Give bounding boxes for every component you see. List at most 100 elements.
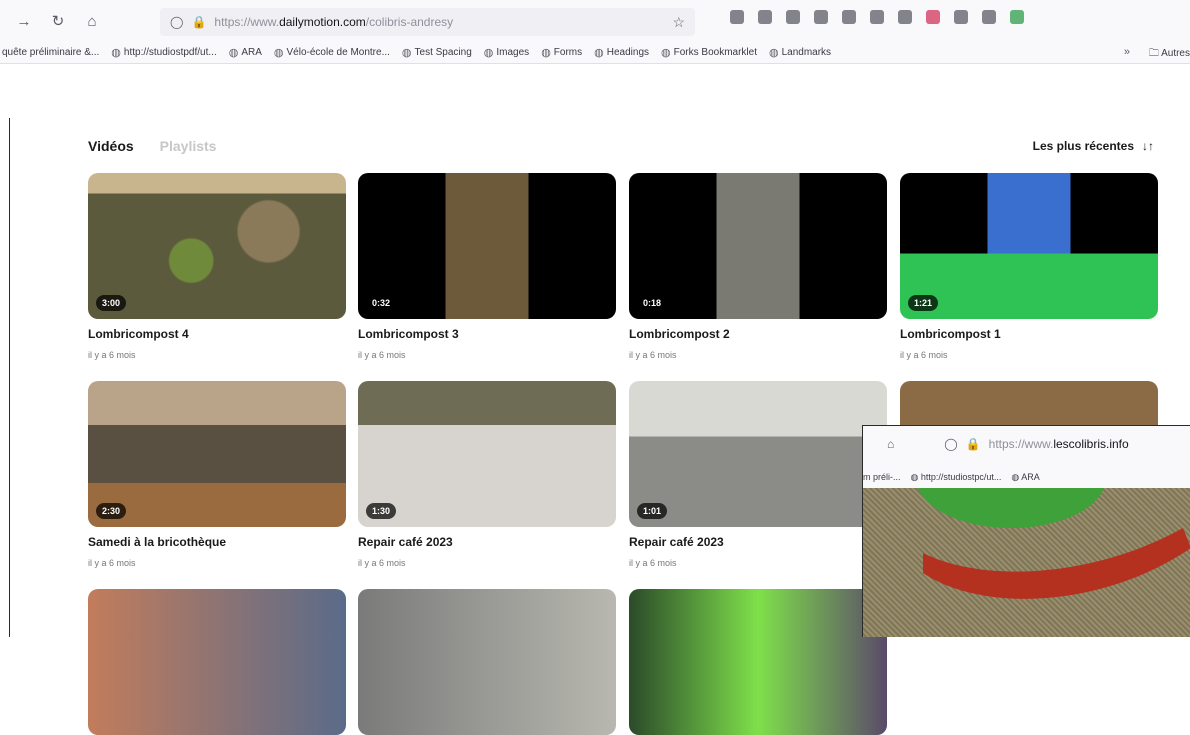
- bookmarks-bar: quête préliminaire &... ◍ http://studiost…: [0, 42, 1190, 64]
- video-title[interactable]: Repair café 2023: [629, 535, 887, 549]
- video-age: il y a 6 mois: [900, 350, 948, 360]
- globe-icon: ◍: [541, 47, 551, 59]
- sort-label: Les plus récentes: [1032, 139, 1134, 153]
- video-thumbnail[interactable]: [629, 589, 887, 735]
- video-card[interactable]: [629, 589, 887, 735]
- home-icon[interactable]: ⌂: [887, 437, 894, 451]
- globe-icon: ◍: [768, 47, 779, 59]
- bookmark-item[interactable]: ◍ Forms: [541, 46, 582, 59]
- video-card[interactable]: 2:30 Samedi à la bricothèque il y a 6 mo…: [88, 381, 346, 568]
- forward-icon[interactable]: →: [10, 7, 38, 35]
- globe-icon: ◍: [594, 47, 604, 59]
- bookmark-item[interactable]: quête préliminaire &...: [2, 47, 99, 58]
- extension-icon[interactable]: [842, 10, 856, 24]
- overlay-url-host: lescolibris.info: [1053, 437, 1129, 451]
- globe-icon: ◍: [910, 471, 921, 482]
- url-host: dailymotion.com: [279, 15, 366, 29]
- overlay-bookmarks-bar: m préli-... ◍ http://studiostpc/ut... ◍ …: [863, 466, 1190, 488]
- video-card[interactable]: 1:30 Repair café 2023 il y a 6 mois: [358, 381, 616, 568]
- bookmark-item[interactable]: ◍ Vélo-école de Montre...: [274, 46, 390, 59]
- shield-icon: ◯: [944, 437, 958, 451]
- video-card[interactable]: 1:21 Lombricompost 1 il y a 6 mois: [900, 173, 1158, 360]
- url-scheme: https://www.: [214, 15, 280, 29]
- overlay-browser-window[interactable]: ⌂ ◯ 🔒 https://www. lescolibris.info m pré…: [862, 425, 1190, 637]
- overlay-photo: [863, 428, 1190, 637]
- video-title[interactable]: Lombricompost 2: [629, 327, 887, 341]
- video-title[interactable]: Repair café 2023: [358, 535, 616, 549]
- extensions-bar: [730, 10, 1024, 24]
- bookmark-item[interactable]: ◍ Landmarks: [769, 46, 831, 59]
- video-card[interactable]: 3:00 Lombricompost 4 il y a 6 mois: [88, 173, 346, 360]
- browser-toolbar: → ↻ ⌂ ◯ 🔒 https://www. dailymotion.com /…: [0, 0, 1190, 42]
- video-thumbnail[interactable]: [88, 589, 346, 735]
- video-thumbnail[interactable]: 3:00: [88, 173, 346, 319]
- lock-icon: 🔒: [191, 15, 207, 29]
- video-age: il y a 6 mois: [358, 558, 406, 568]
- content-tabs: Vidéos Playlists: [88, 138, 216, 154]
- extension-icon[interactable]: [870, 10, 884, 24]
- duration-badge: 2:30: [96, 503, 127, 519]
- video-card[interactable]: 0:32 Lombricompost 3 il y a 6 mois: [358, 173, 616, 360]
- video-title[interactable]: Lombricompost 4: [88, 327, 346, 341]
- url-bar[interactable]: ◯ 🔒 https://www. dailymotion.com /colibr…: [160, 8, 695, 36]
- video-card[interactable]: [88, 589, 346, 735]
- extension-icon[interactable]: [954, 10, 968, 24]
- video-title[interactable]: Lombricompost 1: [900, 327, 1158, 341]
- video-thumbnail[interactable]: 1:21: [900, 173, 1158, 319]
- duration-badge: 1:01: [637, 503, 668, 519]
- bookmark-item[interactable]: m préli-...: [863, 472, 901, 482]
- video-thumbnail[interactable]: [358, 589, 616, 735]
- video-title[interactable]: Lombricompost 3: [358, 327, 616, 341]
- duration-badge: 1:21: [908, 295, 939, 311]
- bookmark-item[interactable]: ◍ Test Spacing: [402, 46, 472, 59]
- video-card[interactable]: 1:01 Repair café 2023 il y a 6 mois: [629, 381, 887, 568]
- duration-badge: 0:18: [637, 295, 668, 311]
- video-card[interactable]: [358, 589, 616, 735]
- video-age: il y a 6 mois: [88, 350, 136, 360]
- extension-icon[interactable]: [926, 10, 940, 24]
- bookmark-item[interactable]: ◍ Headings: [594, 46, 649, 59]
- globe-icon: ◍: [273, 47, 284, 59]
- video-thumbnail[interactable]: 0:32: [358, 173, 616, 319]
- bookmarks-more-button[interactable]: »: [1124, 46, 1130, 58]
- account-icon[interactable]: [814, 10, 828, 24]
- duration-badge: 3:00: [96, 295, 127, 311]
- vegetables-illustration: [916, 428, 1190, 599]
- extension-icon[interactable]: [1010, 10, 1024, 24]
- video-thumbnail[interactable]: 1:30: [358, 381, 616, 527]
- sidebar-icon[interactable]: [786, 10, 800, 24]
- video-thumbnail[interactable]: 0:18: [629, 173, 887, 319]
- video-card[interactable]: 0:18 Lombricompost 2 il y a 6 mois: [629, 173, 887, 360]
- globe-icon: ◍: [111, 47, 121, 59]
- overlay-url-bar[interactable]: ⌂ ◯ 🔒 https://www. lescolibris.info: [863, 426, 1190, 462]
- duration-badge: 0:32: [366, 295, 397, 311]
- extension-icon[interactable]: [982, 10, 996, 24]
- bookmark-item[interactable]: ◍ http://studiostpc/ut...: [911, 472, 1002, 483]
- home-icon[interactable]: ⌂: [78, 7, 106, 35]
- pocket-icon[interactable]: [730, 10, 744, 24]
- library-icon[interactable]: [758, 10, 772, 24]
- lock-icon: 🔒: [965, 437, 981, 451]
- reload-icon[interactable]: ↻: [44, 7, 72, 35]
- video-thumbnail[interactable]: 1:01: [629, 381, 887, 527]
- video-age: il y a 6 mois: [358, 350, 406, 360]
- bookmark-item[interactable]: ◍ ARA: [1011, 472, 1039, 483]
- sort-dropdown[interactable]: Les plus récentes ↓↑: [1033, 139, 1154, 153]
- extension-icon[interactable]: [898, 10, 912, 24]
- tab-playlists[interactable]: Playlists: [160, 138, 217, 154]
- bookmarks-folder[interactable]: 🗀 Autres: [1149, 46, 1190, 63]
- bookmark-item[interactable]: ◍ ARA: [229, 46, 262, 59]
- red-pepper: [923, 528, 1190, 599]
- bookmark-item[interactable]: ◍ Forks Bookmarklet: [661, 46, 757, 59]
- bookmark-item[interactable]: ◍ http://studiostpdf/ut...: [111, 46, 216, 59]
- video-age: il y a 6 mois: [629, 558, 677, 568]
- window-edge: [9, 118, 10, 637]
- video-thumbnail[interactable]: 2:30: [88, 381, 346, 527]
- video-title[interactable]: Samedi à la bricothèque: [88, 535, 346, 549]
- bookmark-item[interactable]: ◍ Images: [484, 46, 529, 59]
- tab-videos[interactable]: Vidéos: [88, 138, 134, 154]
- overlay-url-scheme: https://www.: [988, 437, 1054, 451]
- bookmark-star-icon[interactable]: ☆: [672, 14, 685, 31]
- globe-icon: ◍: [401, 47, 412, 59]
- globe-icon: ◍: [1011, 471, 1022, 482]
